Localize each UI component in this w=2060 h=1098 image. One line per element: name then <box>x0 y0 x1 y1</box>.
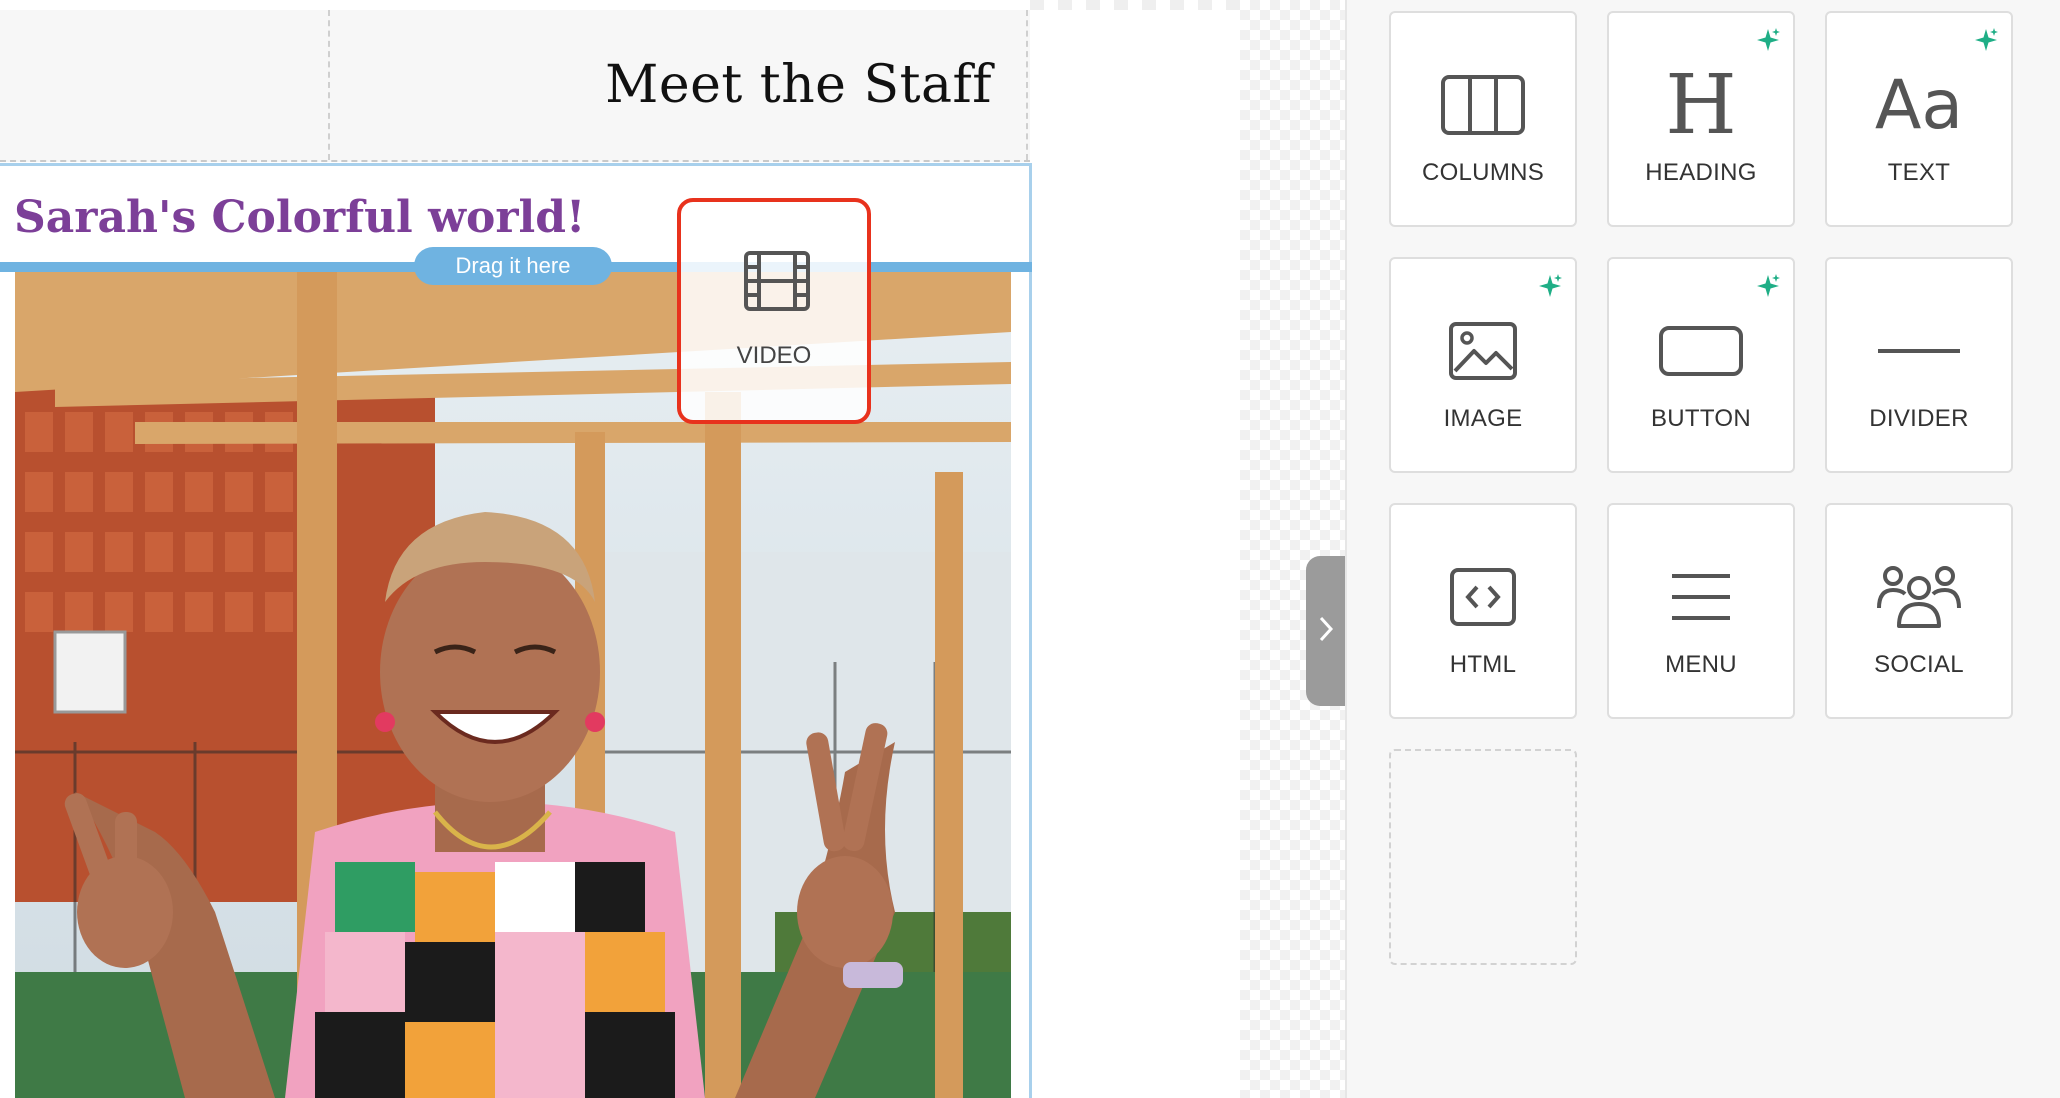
ai-sparkle-icon <box>1755 27 1781 57</box>
divider-icon <box>1827 305 2011 397</box>
drop-hint-badge: Drag it here <box>414 247 612 285</box>
block-label: HTML <box>1449 651 1517 678</box>
email-canvas[interactable]: Meet the Staff Sarah's Colorful world! D… <box>0 0 1345 1098</box>
header-column-left[interactable] <box>0 10 330 160</box>
chevron-right-icon <box>1317 614 1335 648</box>
heading-icon: H <box>1665 57 1737 153</box>
ai-sparkle-icon <box>1755 273 1781 303</box>
block-label: TEXT <box>1887 159 1951 186</box>
dragged-video-block[interactable]: VIDEO <box>677 198 871 424</box>
block-label: BUTTON <box>1650 405 1752 432</box>
menu-icon <box>1609 551 1793 643</box>
text-icon: Aa <box>1874 65 1964 145</box>
block-label: IMAGE <box>1443 405 1523 432</box>
block-menu[interactable]: MENU <box>1607 503 1795 719</box>
block-heading[interactable]: H HEADING <box>1607 11 1795 227</box>
block-label: SOCIAL <box>1874 651 1964 678</box>
content-heading[interactable]: Sarah's Colorful world! <box>14 192 585 243</box>
block-button[interactable]: BUTTON <box>1607 257 1795 473</box>
button-icon <box>1609 305 1793 397</box>
empty-block-slot <box>1389 749 1577 965</box>
ai-sparkle-icon <box>1537 273 1563 303</box>
block-html[interactable]: HTML <box>1389 503 1577 719</box>
header-column-right[interactable]: Meet the Staff <box>332 10 1028 160</box>
block-columns[interactable]: COLUMNS <box>1389 11 1577 227</box>
dragged-video-label: VIDEO <box>736 342 812 369</box>
canvas-transparent-background <box>1240 0 1345 1098</box>
header-title[interactable]: Meet the Staff <box>605 55 992 115</box>
html-code-icon <box>1391 551 1575 643</box>
social-icon <box>1827 551 2011 643</box>
transparent-strip <box>1030 0 1240 10</box>
block-label: DIVIDER <box>1869 405 1969 432</box>
block-text[interactable]: Aa TEXT <box>1825 11 2013 227</box>
header-row[interactable]: Meet the Staff <box>0 10 1030 162</box>
ai-sparkle-icon <box>1973 27 1999 57</box>
block-label: COLUMNS <box>1421 159 1545 186</box>
content-blocks-panel: COLUMNS H HEADING Aa TEXT IMAGE BUTTON D… <box>1345 0 2060 1098</box>
block-divider[interactable]: DIVIDER <box>1825 257 2013 473</box>
block-social[interactable]: SOCIAL <box>1825 503 2013 719</box>
image-icon <box>1391 305 1575 397</box>
columns-icon <box>1391 59 1575 151</box>
film-icon <box>743 250 811 316</box>
block-label: HEADING <box>1645 159 1757 186</box>
block-image[interactable]: IMAGE <box>1389 257 1577 473</box>
block-label: MENU <box>1665 651 1737 678</box>
collapse-panel-handle[interactable] <box>1306 556 1345 706</box>
